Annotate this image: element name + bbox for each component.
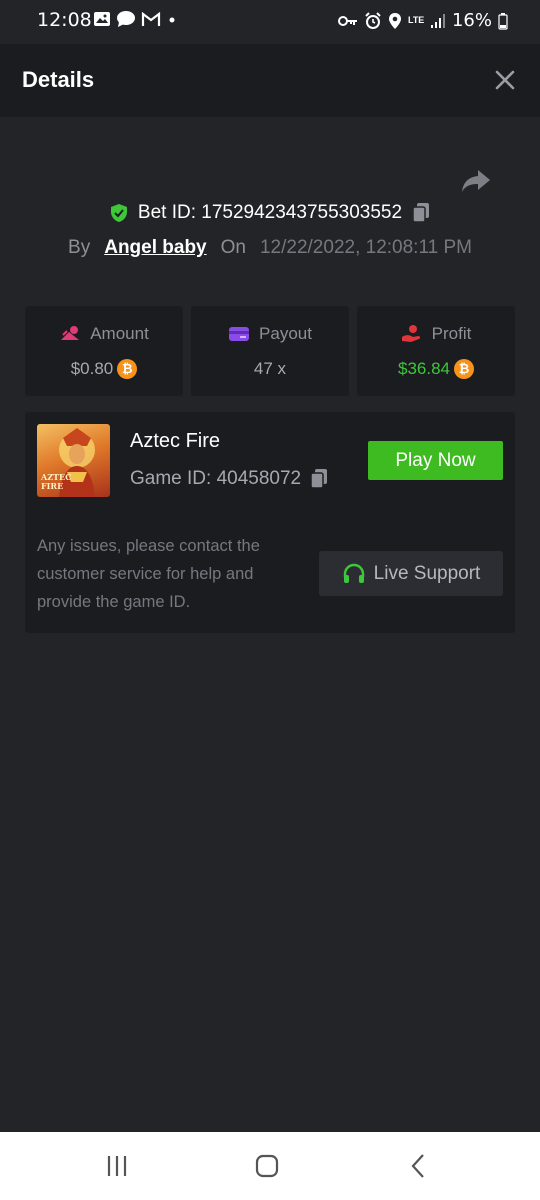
profit-value: $36.84 [398, 359, 450, 378]
payout-card: Payout 47 x [191, 306, 349, 396]
copy-bet-id-icon[interactable] [411, 202, 431, 224]
recent-apps-icon[interactable] [103, 1152, 131, 1180]
game-thumbnail[interactable]: AZTEC FIRE [37, 424, 110, 497]
gmail-icon [141, 11, 161, 26]
status-time: 12:08 [37, 9, 92, 31]
by-label: By [68, 237, 91, 258]
live-support-label: Live Support [373, 562, 481, 584]
game-name: Aztec Fire [130, 430, 221, 452]
payout-value: 47 x [253, 359, 287, 378]
back-icon[interactable] [405, 1152, 433, 1180]
game-thumb-title: AZTEC FIRE [41, 472, 72, 491]
bet-id: Bet ID: 1752942343755303552 [137, 202, 403, 223]
card-icon [229, 327, 250, 341]
bet-datetime: 12/22/2022, 12:08:11 PM [259, 237, 472, 258]
share-icon[interactable] [460, 166, 492, 196]
bet-id-row: Bet ID: 1752942343755303552 [0, 202, 540, 224]
status-bar: 12:08 LTE 16% [0, 0, 540, 44]
user-link[interactable]: Angel baby [104, 237, 206, 259]
money-icon [61, 326, 80, 340]
game-id: Game ID: 40458072 [130, 468, 302, 489]
amount-label: Amount [90, 324, 149, 343]
on-label: On [220, 237, 246, 258]
payout-label: Payout [259, 324, 312, 343]
shield-check-icon [110, 204, 127, 222]
bitcoin-icon: ₿ [454, 359, 474, 379]
lte-icon: LTE [407, 15, 425, 25]
system-icons: LTE 16% [337, 10, 508, 31]
profit-card: Profit $36.84 ₿ [357, 306, 515, 396]
support-message: Any issues, please contact the customer … [37, 537, 260, 611]
system-nav-bar [0, 1132, 540, 1200]
signal-icon [430, 13, 445, 28]
hand-coin-icon [401, 325, 420, 342]
battery-percent: 16% [451, 10, 492, 31]
copy-game-id-icon[interactable] [309, 468, 329, 490]
home-icon[interactable] [253, 1152, 281, 1180]
battery-icon [498, 12, 508, 30]
play-now-button[interactable]: Play Now [368, 441, 503, 480]
profit-label: Profit [431, 324, 472, 343]
close-icon[interactable] [494, 69, 516, 91]
game-id-row: Game ID: 40458072 [130, 468, 329, 490]
details-header: Details [0, 44, 540, 117]
amount-card: Amount $0.80 ₿ [25, 306, 183, 396]
notification-icons [93, 10, 178, 28]
dot-icon [169, 17, 175, 23]
location-icon [388, 12, 401, 29]
bet-meta-row: By Angel baby On 12/22/2022, 12:08:11 PM [0, 237, 540, 259]
alarm-icon [365, 11, 381, 29]
amount-value: $0.80 [70, 359, 114, 378]
stats-row: Amount $0.80 ₿ Payout 47 x Profit $36.84… [25, 306, 515, 396]
headphones-icon [343, 563, 364, 583]
image-icon [94, 12, 110, 26]
game-card: AZTEC FIRE Aztec Fire Game ID: 40458072 … [25, 412, 515, 633]
bitcoin-icon: ₿ [117, 359, 138, 379]
page-title: Details [22, 67, 95, 92]
chat-icon [117, 11, 135, 27]
key-icon [337, 15, 357, 26]
live-support-button[interactable]: Live Support [319, 551, 503, 596]
